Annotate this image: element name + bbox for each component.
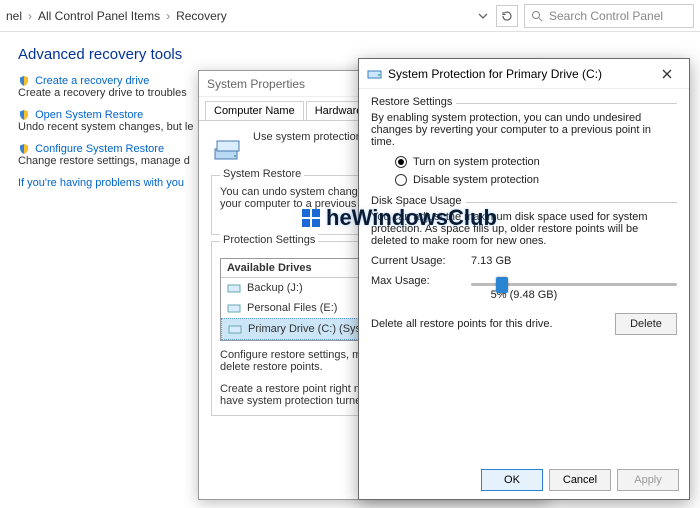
breadcrumb[interactable]: nel › All Control Panel Items › Recovery xyxy=(6,9,227,23)
slider-value: 5% (9.48 GB) xyxy=(371,289,677,301)
system-protection-title: System Protection for Primary Drive (C:) xyxy=(388,67,653,81)
system-restore-group-label: System Restore xyxy=(220,168,304,180)
shield-icon xyxy=(18,109,30,121)
delete-restore-text: Delete all restore points for this drive… xyxy=(371,318,607,330)
drive-icon xyxy=(228,322,242,336)
drive-icon xyxy=(227,281,241,295)
max-usage-label: Max Usage: xyxy=(371,275,461,287)
disk-space-desc: You can adjust the maximum disk space us… xyxy=(371,211,677,247)
history-dropdown-button[interactable] xyxy=(472,5,494,27)
search-placeholder: Search Control Panel xyxy=(549,9,663,23)
system-protection-titlebar[interactable]: System Protection for Primary Drive (C:) xyxy=(359,59,689,89)
close-button[interactable] xyxy=(653,64,681,84)
restore-settings-desc: By enabling system protection, you can u… xyxy=(371,112,677,148)
refresh-button[interactable] xyxy=(496,5,518,27)
configure-system-restore-link[interactable]: Configure System Restore xyxy=(35,143,164,155)
radio-icon-checked xyxy=(395,156,407,168)
chevron-right-icon: › xyxy=(166,9,170,23)
search-icon xyxy=(531,10,543,22)
shield-icon xyxy=(18,75,30,87)
drive-icon xyxy=(227,301,241,315)
address-toolbar: nel › All Control Panel Items › Recovery… xyxy=(0,0,700,32)
crumb-prev[interactable]: nel xyxy=(6,9,22,23)
protection-settings-group-label: Protection Settings xyxy=(220,234,318,246)
system-protection-icon xyxy=(211,131,245,165)
shield-icon xyxy=(18,143,30,155)
current-usage-label: Current Usage: xyxy=(371,255,461,267)
max-usage-slider[interactable] xyxy=(471,283,677,286)
disk-space-label: Disk Space Usage xyxy=(371,195,466,207)
slider-thumb[interactable] xyxy=(496,277,508,293)
current-usage-value: 7.13 GB xyxy=(471,255,511,267)
create-recovery-drive-link[interactable]: Create a recovery drive xyxy=(35,75,149,87)
open-system-restore-link[interactable]: Open System Restore xyxy=(35,109,143,121)
search-input[interactable]: Search Control Panel xyxy=(524,4,694,28)
delete-button[interactable]: Delete xyxy=(615,313,677,335)
cancel-button[interactable]: Cancel xyxy=(549,469,611,491)
radio-turn-on[interactable]: Turn on system protection xyxy=(395,156,677,168)
restore-settings-label: Restore Settings xyxy=(371,96,456,108)
crumb-recovery[interactable]: Recovery xyxy=(176,9,227,23)
system-protection-dialog: System Protection for Primary Drive (C:)… xyxy=(358,58,690,500)
apply-button[interactable]: Apply xyxy=(617,469,679,491)
chevron-right-icon: › xyxy=(28,9,32,23)
crumb-all-items[interactable]: All Control Panel Items xyxy=(38,9,160,23)
radio-icon xyxy=(395,174,407,186)
ok-button[interactable]: OK xyxy=(481,469,543,491)
drive-icon xyxy=(367,66,383,82)
close-icon xyxy=(662,69,672,79)
tab-computer-name[interactable]: Computer Name xyxy=(205,101,304,120)
radio-disable[interactable]: Disable system protection xyxy=(395,174,677,186)
